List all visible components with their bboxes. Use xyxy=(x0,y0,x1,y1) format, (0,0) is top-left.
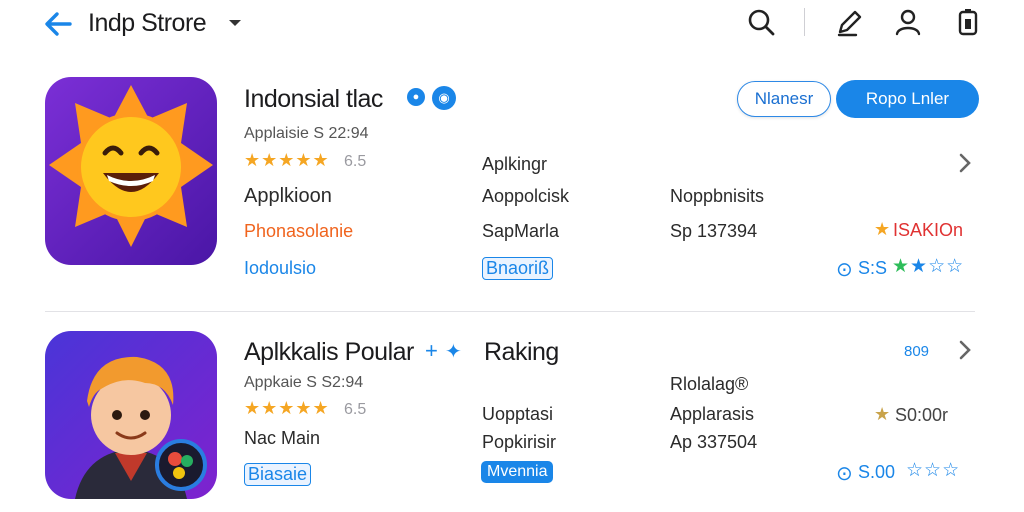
info-icon: ⊙ xyxy=(836,259,853,281)
rating-count: 6.5 xyxy=(344,401,367,418)
detail-label: Rlolalag® xyxy=(670,374,749,394)
star-rating-small: ★★☆☆ xyxy=(892,256,965,277)
app-title[interactable]: Aplkkalis Poular xyxy=(244,338,414,367)
sparkle-icon: ✦ xyxy=(445,341,462,363)
detail-label: Popkirisir xyxy=(482,432,557,452)
globe-icon: ◉ xyxy=(432,86,456,110)
score-label: S.00 xyxy=(858,462,896,482)
back-arrow-icon[interactable] xyxy=(40,6,76,42)
award-label: ISAKIOn xyxy=(893,220,964,240)
app-tag[interactable]: Phonasolanie xyxy=(244,221,353,242)
detail-label: Applarasis xyxy=(670,404,755,424)
app-title[interactable]: Indonsial tlac xyxy=(244,85,383,114)
detail-label: Aplkingr xyxy=(482,154,548,174)
detail-badge[interactable]: Mvennia xyxy=(481,461,554,483)
detail-label: Uopptasi xyxy=(482,404,554,424)
detail-label: Aoppolcisk xyxy=(482,186,570,206)
battery-icon[interactable] xyxy=(953,6,983,38)
app-badge[interactable]: Biasaie xyxy=(244,463,312,486)
app-developer: Nac Main xyxy=(244,428,321,448)
app-meta: Applaisie S 22:94 xyxy=(244,125,369,142)
chevron-right-icon[interactable] xyxy=(956,339,974,361)
app-meta: Appkaie S S2:94 xyxy=(244,374,364,391)
score-label: S:S xyxy=(858,258,888,278)
star-rating: ★★★★★ xyxy=(244,398,330,418)
info-icon: ⊙ xyxy=(836,463,853,485)
verified-icon: ● xyxy=(407,88,425,106)
price-label: S0:00r xyxy=(895,405,949,425)
app-icon-sun[interactable] xyxy=(45,77,217,265)
ranking-tag: Raking xyxy=(484,338,559,366)
profile-icon[interactable] xyxy=(893,6,923,38)
rank-number: 809 xyxy=(904,343,930,360)
app-icon-character[interactable] xyxy=(45,331,217,499)
character-avatar-icon xyxy=(75,356,207,499)
chevron-down-icon[interactable] xyxy=(226,14,244,32)
star-rating: ★★★★★ xyxy=(244,150,330,170)
chevron-right-icon[interactable] xyxy=(956,152,974,174)
toolbar-divider xyxy=(804,8,805,36)
edit-icon[interactable] xyxy=(834,6,864,38)
price-label: Ap 337504 xyxy=(670,432,758,452)
primary-button[interactable]: Ropo Lnler xyxy=(836,80,979,118)
star-rating-small: ☆☆☆ xyxy=(906,460,961,481)
detail-label: Noppbnisits xyxy=(670,186,765,206)
search-icon[interactable] xyxy=(746,6,776,38)
section-divider xyxy=(45,311,975,312)
detail-badge[interactable]: Bnaoriß xyxy=(482,257,554,280)
star-icon: ★ xyxy=(874,404,891,424)
sun-emoji-icon xyxy=(49,85,213,247)
app-link[interactable]: Iodoulsio xyxy=(244,258,316,279)
store-title[interactable]: Indp Strore xyxy=(88,9,207,38)
plus-icon: + xyxy=(425,338,438,363)
price-label: Sp 137394 xyxy=(670,221,758,241)
app-category: Applkioon xyxy=(244,185,332,207)
star-icon: ★ xyxy=(874,219,891,239)
rating-count: 6.5 xyxy=(344,153,367,170)
secondary-button[interactable]: Nlanesr xyxy=(737,81,831,117)
detail-label: SapMarla xyxy=(482,221,560,241)
